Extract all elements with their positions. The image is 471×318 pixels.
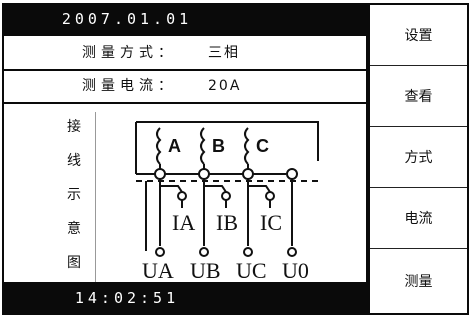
ct-coil-a bbox=[156, 127, 162, 174]
bottom-status-bar: 14:02:51 bbox=[2, 282, 368, 315]
function-menu: 设置 查看 方式 电流 测量 bbox=[368, 3, 469, 315]
voltage-label-ub: UB bbox=[190, 258, 221, 280]
terminal-n bbox=[286, 168, 298, 180]
current-label-ic: IC bbox=[260, 210, 282, 235]
menu-mode-button[interactable]: 方式 bbox=[370, 127, 467, 188]
menu-current-button[interactable]: 电流 bbox=[370, 188, 467, 249]
wiring-diagram-side-label: 接 线 示 意 图 bbox=[59, 112, 96, 282]
measure-current-label: 测量电流： bbox=[82, 78, 177, 94]
voltage-label-u0: U0 bbox=[282, 258, 309, 280]
voltage-label-ua: UA bbox=[142, 258, 174, 280]
current-label-ia: IA bbox=[172, 210, 195, 235]
terminal-a bbox=[154, 168, 166, 180]
side-label-char: 意 bbox=[67, 221, 81, 237]
menu-view-button[interactable]: 查看 bbox=[370, 66, 467, 127]
ct-coil-c bbox=[244, 127, 250, 174]
terminal-ib bbox=[221, 191, 231, 201]
top-bus bbox=[135, 121, 319, 175]
menu-settings-button[interactable]: 设置 bbox=[370, 5, 467, 66]
phase-label-b: B bbox=[212, 136, 225, 156]
measure-mode-label: 测量方式： bbox=[82, 45, 177, 61]
terminal-ia bbox=[177, 191, 187, 201]
measure-mode-value: 三相 bbox=[208, 45, 240, 61]
terminal-u0 bbox=[287, 247, 297, 257]
measure-current-value: 20A bbox=[208, 78, 242, 94]
side-label-char: 图 bbox=[67, 255, 81, 271]
current-label-ib: IB bbox=[216, 210, 238, 235]
terminal-ua bbox=[155, 247, 165, 257]
terminal-c bbox=[242, 168, 254, 180]
top-status-bar: 2007.01.01 bbox=[2, 3, 368, 36]
side-label-char: 示 bbox=[67, 187, 81, 203]
phase-label-c: C bbox=[256, 136, 269, 156]
terminal-ub bbox=[199, 247, 209, 257]
wiring-diagram: A B C IA IB IC UA UB UC U0 bbox=[135, 121, 322, 280]
measure-mode-row: 测量方式： 三相 bbox=[4, 38, 366, 71]
voltage-label-uc: UC bbox=[236, 258, 267, 280]
date-display: 2007.01.01 bbox=[61, 10, 193, 28]
terminal-ic bbox=[265, 191, 275, 201]
measure-current-row: 测量电流： 20A bbox=[4, 71, 366, 104]
ct-coil-b bbox=[200, 127, 206, 174]
menu-measure-button[interactable]: 测量 bbox=[370, 249, 467, 313]
device-screen: 2007.01.01 测量方式： 三相 测量电流： 20A 接 线 示 意 图 bbox=[0, 0, 471, 318]
terminal-b bbox=[198, 168, 210, 180]
time-display: 14:02:51 bbox=[74, 289, 180, 307]
side-label-char: 线 bbox=[67, 153, 81, 169]
terminal-uc bbox=[243, 247, 253, 257]
side-label-char: 接 bbox=[67, 119, 81, 135]
phase-label-a: A bbox=[168, 136, 181, 156]
main-panel: 测量方式： 三相 测量电流： 20A 接 线 示 意 图 A B C IA IB… bbox=[2, 36, 368, 282]
